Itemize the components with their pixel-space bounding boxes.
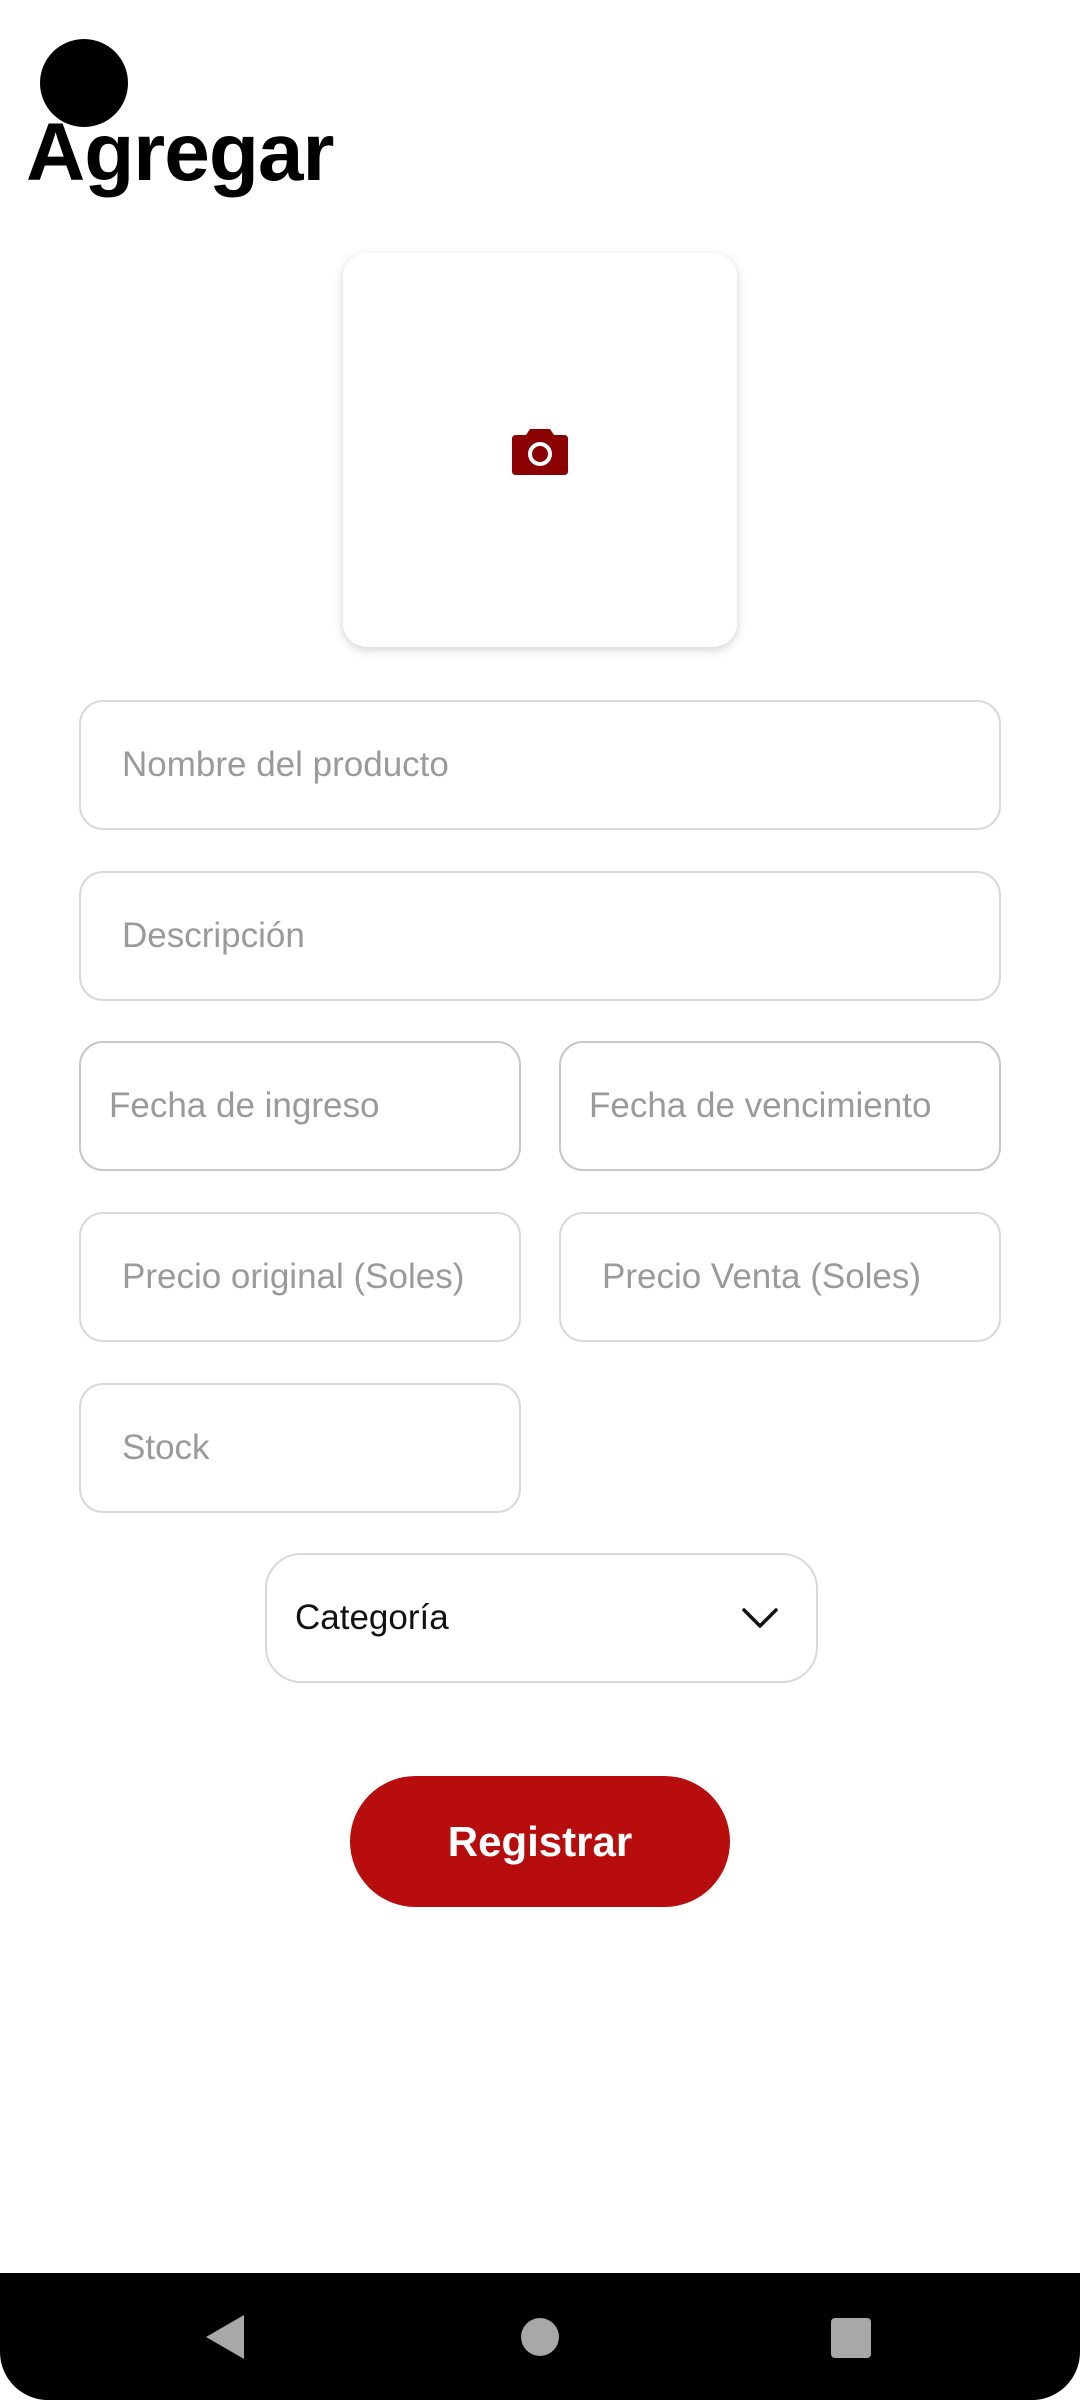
photo-picker[interactable]: [343, 253, 737, 647]
camera-icon: [512, 429, 568, 475]
category-dropdown[interactable]: Categoría: [265, 1553, 818, 1683]
expiry-date-placeholder: Fecha de vencimiento: [589, 1086, 932, 1125]
nav-home-icon[interactable]: [521, 2318, 559, 2356]
stock-field[interactable]: Stock: [79, 1383, 521, 1513]
expiry-date-field[interactable]: Fecha de vencimiento: [559, 1041, 1001, 1171]
entry-date-field[interactable]: Fecha de ingreso: [79, 1041, 521, 1171]
original-price-placeholder: Precio original (Soles): [122, 1257, 465, 1296]
description-placeholder: Descripción: [122, 916, 305, 955]
sale-price-field[interactable]: Precio Venta (Soles): [559, 1212, 1001, 1342]
entry-date-placeholder: Fecha de ingreso: [109, 1086, 380, 1125]
stock-placeholder: Stock: [122, 1428, 210, 1467]
chevron-down-icon: [742, 1608, 778, 1628]
category-value: Categoría: [295, 1598, 449, 1637]
description-field[interactable]: Descripción: [79, 871, 1001, 1001]
original-price-field[interactable]: Precio original (Soles): [79, 1212, 521, 1342]
product-name-placeholder: Nombre del producto: [122, 745, 449, 784]
product-name-field[interactable]: Nombre del producto: [79, 700, 1001, 830]
page-title: Agregar: [26, 107, 334, 198]
system-navigation-bar: [0, 2273, 1080, 2400]
nav-back-icon[interactable]: [206, 2315, 244, 2359]
register-button[interactable]: Registrar: [350, 1776, 730, 1907]
nav-recents-icon[interactable]: [831, 2318, 871, 2358]
sale-price-placeholder: Precio Venta (Soles): [602, 1257, 922, 1296]
